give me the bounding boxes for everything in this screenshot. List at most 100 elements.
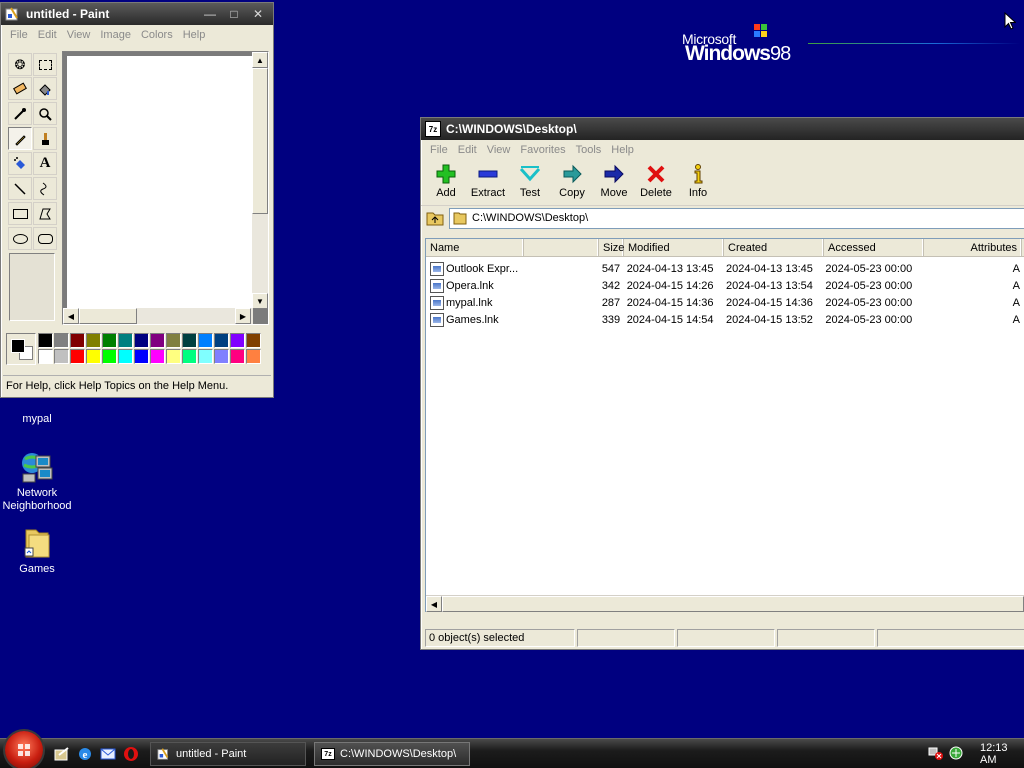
color-swatch[interactable]	[166, 349, 181, 364]
text-tool[interactable]: A	[33, 152, 57, 175]
menu-file[interactable]: File	[425, 144, 453, 156]
menu-view[interactable]: View	[482, 144, 516, 156]
scroll-right-button[interactable]: ▶	[235, 308, 251, 324]
scroll-left-button[interactable]: ◀	[426, 596, 442, 612]
brush-tool[interactable]	[33, 127, 57, 150]
rounded-rect-tool[interactable]	[33, 227, 57, 250]
menu-tools[interactable]: Tools	[571, 144, 607, 156]
color-swatch[interactable]	[38, 349, 53, 364]
volume-tray-icon[interactable]	[948, 745, 964, 764]
color-swatch[interactable]	[38, 333, 53, 348]
color-swatch[interactable]	[54, 349, 69, 364]
info-button[interactable]: Info	[677, 160, 719, 205]
color-swatch[interactable]	[198, 333, 213, 348]
magnifier-tool[interactable]	[33, 102, 57, 125]
folder-up-icon[interactable]	[425, 209, 445, 227]
delete-button[interactable]: Delete	[635, 160, 677, 205]
color-swatch[interactable]	[102, 333, 117, 348]
scroll-thumb[interactable]	[442, 596, 1024, 612]
column-modified[interactable]: Modified	[624, 239, 724, 256]
color-swatch[interactable]	[118, 333, 133, 348]
outlook-express-icon[interactable]	[99, 745, 117, 763]
menu-view[interactable]: View	[62, 29, 96, 41]
eraser-tool[interactable]	[8, 77, 32, 100]
taskbar-button-paint[interactable]: untitled - Paint	[150, 742, 306, 766]
line-tool[interactable]	[8, 177, 32, 200]
column-name[interactable]: Name	[426, 239, 524, 256]
sevenzip-titlebar[interactable]: 7z C:\WINDOWS\Desktop\	[421, 118, 1024, 140]
color-swatch[interactable]	[214, 333, 229, 348]
color-swatch[interactable]	[86, 349, 101, 364]
menu-edit[interactable]: Edit	[33, 29, 62, 41]
color-swatch[interactable]	[86, 333, 101, 348]
menu-favorites[interactable]: Favorites	[515, 144, 570, 156]
color-swatch[interactable]	[182, 349, 197, 364]
scroll-up-button[interactable]: ▲	[252, 52, 268, 68]
extract-button[interactable]: Extract	[467, 160, 509, 205]
start-button[interactable]	[5, 731, 43, 768]
color-swatch[interactable]	[102, 349, 117, 364]
menu-edit[interactable]: Edit	[453, 144, 482, 156]
color-swatch[interactable]	[166, 333, 181, 348]
column-created[interactable]: Created	[724, 239, 824, 256]
file-row[interactable]: mypal.lnk 287 2024-04-15 14:36 2024-04-1…	[426, 294, 1024, 311]
ellipse-tool[interactable]	[8, 227, 32, 250]
drawing-canvas[interactable]	[67, 56, 253, 313]
free-select-tool[interactable]: ❂	[8, 53, 32, 76]
column-attributes[interactable]: Attributes	[924, 239, 1022, 256]
address-field[interactable]: C:\WINDOWS\Desktop\	[449, 207, 1024, 229]
menu-file[interactable]: File	[5, 29, 33, 41]
opera-icon[interactable]	[122, 745, 140, 763]
maximize-button[interactable]: □	[223, 6, 245, 22]
column-size[interactable]: Size	[599, 239, 624, 256]
menu-image[interactable]: Image	[95, 29, 136, 41]
color-swatch[interactable]	[230, 349, 245, 364]
menu-colors[interactable]: Colors	[136, 29, 178, 41]
clock[interactable]: 12:13 AM	[980, 742, 1024, 766]
copy-button[interactable]: Copy	[551, 160, 593, 205]
scroll-left-button[interactable]: ◀	[63, 308, 79, 324]
show-desktop-icon[interactable]	[53, 745, 71, 763]
desktop-icon-network-neighborhood[interactable]: Network Neighborhood	[0, 450, 74, 513]
fill-tool[interactable]	[33, 77, 57, 100]
scroll-thumb[interactable]	[252, 68, 268, 214]
menu-help[interactable]: Help	[178, 29, 211, 41]
color-swatch[interactable]	[134, 349, 149, 364]
horizontal-scrollbar[interactable]: ◀ ▶	[63, 308, 253, 324]
color-swatch[interactable]	[150, 333, 165, 348]
color-swatch[interactable]	[134, 333, 149, 348]
menu-help[interactable]: Help	[606, 144, 639, 156]
color-swatch[interactable]	[150, 349, 165, 364]
test-button[interactable]: Test	[509, 160, 551, 205]
color-swatch[interactable]	[182, 333, 197, 348]
close-button[interactable]: ✕	[247, 6, 269, 22]
add-button[interactable]: Add	[425, 160, 467, 205]
file-row[interactable]: Outlook Expr... 547 2024-04-13 13:45 202…	[426, 260, 1024, 277]
color-swatch[interactable]	[118, 349, 133, 364]
scroll-thumb[interactable]	[79, 308, 137, 324]
color-swatch[interactable]	[230, 333, 245, 348]
color-swatch[interactable]	[70, 349, 85, 364]
color-picker-tool[interactable]	[8, 102, 32, 125]
rect-select-tool[interactable]	[33, 53, 57, 76]
color-swatch[interactable]	[246, 349, 261, 364]
color-swatch[interactable]	[70, 333, 85, 348]
column-accessed[interactable]: Accessed	[824, 239, 924, 256]
color-swatch[interactable]	[214, 349, 229, 364]
scroll-down-button[interactable]: ▼	[252, 293, 268, 309]
pencil-tool[interactable]	[8, 127, 32, 150]
polygon-tool[interactable]	[33, 202, 57, 225]
horizontal-scrollbar[interactable]: ◀	[426, 595, 1024, 612]
file-row[interactable]: Opera.lnk 342 2024-04-15 14:26 2024-04-1…	[426, 277, 1024, 294]
move-button[interactable]: Move	[593, 160, 635, 205]
taskbar-button-sevenzip[interactable]: 7z C:\WINDOWS\Desktop\	[314, 742, 470, 766]
color-swatch[interactable]	[54, 333, 69, 348]
desktop-icon-games[interactable]: Games	[0, 526, 74, 576]
internet-explorer-icon[interactable]: e	[76, 745, 94, 763]
curve-tool[interactable]	[33, 177, 57, 200]
color-swatch[interactable]	[246, 333, 261, 348]
vertical-scrollbar[interactable]: ▲ ▼	[252, 52, 268, 309]
network-tray-icon[interactable]	[928, 745, 944, 764]
color-swatch[interactable]	[198, 349, 213, 364]
minimize-button[interactable]: —	[199, 6, 221, 22]
